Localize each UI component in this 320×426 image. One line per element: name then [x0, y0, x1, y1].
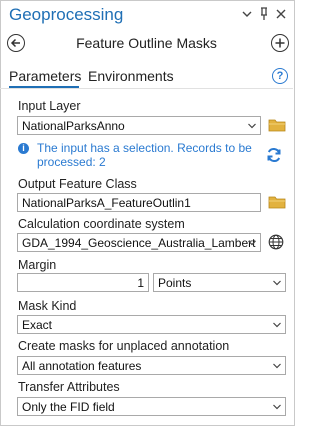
globe-icon[interactable] [268, 234, 284, 250]
tab-parameters[interactable]: Parameters [9, 68, 81, 84]
mask-kind-value: Exact [22, 318, 53, 332]
chevron-down-icon [273, 322, 281, 328]
coord-sys-value: GDA_1994_Geoscience_Australia_Lambert [22, 236, 256, 250]
input-layer-value: NationalParksAnno [22, 119, 125, 133]
output-fc-value: NationalParksA_FeatureOutlin1 [22, 196, 191, 210]
pane-title: Geoprocessing [9, 5, 124, 24]
selection-info-text: The input has a selection. Records to be… [37, 141, 252, 169]
input-layer-dropdown[interactable]: NationalParksAnno [17, 116, 261, 135]
folder-icon[interactable] [268, 118, 286, 132]
chevron-down-icon [248, 123, 256, 129]
close-icon[interactable] [274, 6, 288, 22]
chevron-down-icon [273, 363, 281, 369]
refresh-icon[interactable] [265, 146, 283, 164]
tab-environments[interactable]: Environments [88, 68, 174, 84]
margin-units-dropdown[interactable]: Points [153, 273, 286, 292]
mask-kind-dropdown[interactable]: Exact [17, 315, 286, 334]
chevron-down-icon [273, 404, 281, 410]
unplaced-value: All annotation features [22, 359, 142, 373]
tool-header: Feature Outline Masks [0, 32, 293, 58]
unplaced-dropdown[interactable]: All annotation features [17, 356, 286, 375]
chevron-down-icon [273, 280, 281, 286]
output-fc-label: Output Feature Class [18, 177, 137, 191]
pane-titlebar: Geoprocessing [0, 0, 293, 30]
tab-bar: Parameters Environments [0, 66, 293, 88]
info-icon: i [18, 143, 29, 154]
coord-sys-dropdown[interactable]: GDA_1994_Geoscience_Australia_Lambert [17, 233, 261, 252]
pin-icon[interactable] [257, 6, 271, 22]
chevron-down-icon[interactable] [240, 6, 254, 22]
folder-icon[interactable] [268, 195, 286, 209]
mask-kind-label: Mask Kind [18, 299, 77, 313]
unplaced-label: Create masks for unplaced annotation [18, 339, 230, 353]
tool-title: Feature Outline Masks [76, 35, 217, 51]
output-fc-field[interactable]: NationalParksA_FeatureOutlin1 [17, 193, 261, 212]
transfer-dropdown[interactable]: Only the FID field [17, 397, 286, 416]
transfer-value: Only the FID field [22, 400, 115, 414]
tab-divider [0, 88, 293, 89]
margin-label: Margin [18, 258, 57, 272]
add-plus-icon[interactable] [271, 34, 289, 52]
chevron-down-icon [248, 240, 256, 246]
margin-value: 1 [137, 276, 144, 290]
coord-sys-label: Calculation coordinate system [18, 217, 185, 231]
transfer-label: Transfer Attributes [18, 380, 120, 394]
margin-input[interactable]: 1 [17, 273, 149, 292]
help-icon[interactable]: ? [272, 68, 288, 84]
input-layer-label: Input Layer [18, 99, 81, 113]
margin-units-value: Points [158, 276, 192, 290]
